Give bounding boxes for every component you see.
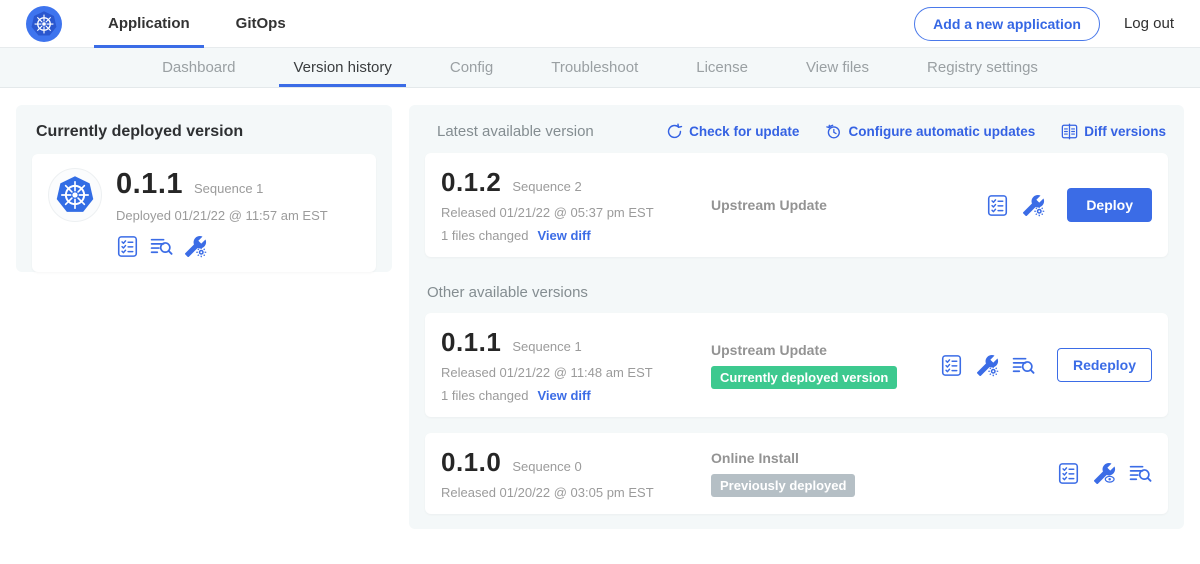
version-released-at: Released 01/21/22 @ 11:48 am EST: [441, 365, 699, 380]
version-source: Upstream Update: [711, 197, 986, 213]
subnav-tab-config[interactable]: Config: [430, 48, 513, 87]
previously-deployed-badge: Previously deployed: [711, 474, 855, 497]
version-source: Online Install: [711, 450, 1057, 466]
configure-automatic-updates-link[interactable]: Configure automatic updates: [825, 123, 1035, 140]
version-sequence: Sequence 1: [512, 339, 581, 354]
refresh-icon: [666, 123, 683, 140]
current-version-number: 0.1.1: [116, 168, 183, 201]
wrench-gear-icon[interactable]: [976, 354, 999, 377]
version-sequence: Sequence 0: [512, 459, 581, 474]
logs-magnifier-icon[interactable]: [1129, 462, 1152, 485]
latest-available-title: Latest available version: [437, 123, 640, 140]
subnav-tab-registry-settings[interactable]: Registry settings: [907, 48, 1058, 87]
kubernetes-wheel-icon: [29, 9, 59, 39]
currently-deployed-panel: Currently deployed version 0.1.1 Sequenc…: [16, 105, 392, 272]
other-available-versions-title: Other available versions: [427, 284, 1168, 301]
checklist-icon[interactable]: [940, 354, 963, 377]
add-application-button[interactable]: Add a new application: [914, 7, 1100, 41]
logout-button[interactable]: Log out: [1124, 15, 1174, 32]
version-number: 0.1.0: [441, 447, 501, 478]
version-row-0-1-1: 0.1.1 Sequence 1 Released 01/21/22 @ 11:…: [425, 313, 1168, 417]
diff-versions-link[interactable]: Diff versions: [1061, 123, 1166, 140]
current-version-deployed-at: Deployed 01/21/22 @ 11:57 am EST: [116, 208, 328, 223]
version-source: Upstream Update: [711, 342, 940, 358]
current-version-card: 0.1.1 Sequence 1 Deployed 01/21/22 @ 11:…: [32, 154, 376, 272]
tab-gitops[interactable]: GitOps: [220, 0, 302, 48]
version-released-at: Released 01/20/22 @ 03:05 pm EST: [441, 485, 699, 500]
version-row-0-1-0: 0.1.0 Sequence 0 Released 01/20/22 @ 03:…: [425, 433, 1168, 514]
view-diff-link[interactable]: View diff: [537, 388, 590, 403]
kubernetes-wheel-icon: [53, 173, 97, 217]
diff-versions-label: Diff versions: [1084, 124, 1166, 139]
subnav-tab-troubleshoot[interactable]: Troubleshoot: [531, 48, 658, 87]
wrench-gear-icon[interactable]: [1022, 194, 1045, 217]
diff-icon: [1061, 123, 1078, 140]
checklist-icon[interactable]: [1057, 462, 1080, 485]
main-content: Currently deployed version 0.1.1 Sequenc…: [0, 88, 1200, 529]
files-changed-label: 1 files changed: [441, 228, 528, 243]
tab-application[interactable]: Application: [92, 0, 206, 48]
schedule-icon: [825, 123, 842, 140]
app-subnav: Dashboard Version history Config Trouble…: [0, 48, 1200, 88]
version-number: 0.1.2: [441, 167, 501, 198]
currently-deployed-badge: Currently deployed version: [711, 366, 897, 389]
configure-updates-label: Configure automatic updates: [848, 124, 1035, 139]
wrench-eye-icon[interactable]: [1093, 462, 1116, 485]
version-released-at: Released 01/21/22 @ 05:37 pm EST: [441, 205, 699, 220]
files-changed-label: 1 files changed: [441, 388, 528, 403]
available-versions-panel: Latest available version Check for updat…: [409, 105, 1184, 529]
view-diff-link[interactable]: View diff: [537, 228, 590, 243]
kubernetes-logo: [26, 6, 62, 42]
redeploy-button[interactable]: Redeploy: [1057, 348, 1152, 382]
version-sequence: Sequence 2: [512, 179, 581, 194]
logs-magnifier-icon[interactable]: [1012, 354, 1035, 377]
subnav-tab-version-history[interactable]: Version history: [273, 48, 411, 87]
logs-magnifier-icon[interactable]: [150, 235, 173, 258]
version-row-0-1-2: 0.1.2 Sequence 2 Released 01/21/22 @ 05:…: [425, 153, 1168, 257]
app-logo: [48, 168, 102, 222]
currently-deployed-title: Currently deployed version: [36, 123, 376, 141]
top-header: Application GitOps Add a new application…: [0, 0, 1200, 48]
current-version-sequence: Sequence 1: [194, 181, 263, 196]
subnav-tab-view-files[interactable]: View files: [786, 48, 889, 87]
subnav-tab-dashboard[interactable]: Dashboard: [142, 48, 255, 87]
check-for-update-label: Check for update: [689, 124, 799, 139]
check-for-update-link[interactable]: Check for update: [666, 123, 799, 140]
subnav-tab-license[interactable]: License: [676, 48, 768, 87]
version-number: 0.1.1: [441, 327, 501, 358]
checklist-icon[interactable]: [116, 235, 139, 258]
deploy-button[interactable]: Deploy: [1067, 188, 1152, 222]
wrench-gear-icon[interactable]: [184, 235, 207, 258]
checklist-icon[interactable]: [986, 194, 1009, 217]
